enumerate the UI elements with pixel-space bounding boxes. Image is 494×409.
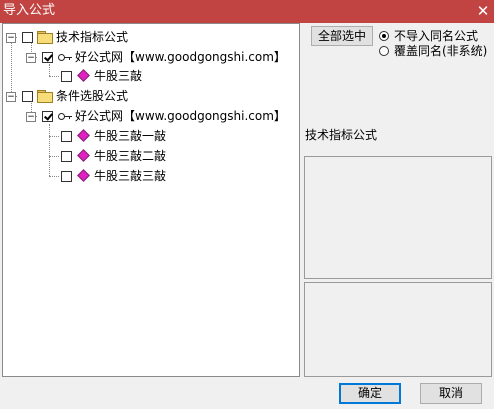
tree-node-label: 牛股三敲 bbox=[94, 69, 143, 83]
diamond-icon bbox=[77, 129, 90, 142]
select-all-button[interactable]: 全部选中 bbox=[311, 26, 373, 46]
tree-node-source[interactable]: − 好公式网【www.goodgongshi.com】 bbox=[3, 108, 293, 124]
title-bar: 导入公式 ✕ bbox=[0, 0, 494, 23]
checkbox-checked[interactable] bbox=[42, 111, 53, 122]
key-icon bbox=[58, 53, 72, 61]
checkbox[interactable] bbox=[61, 131, 72, 142]
tree-node-stock-picking-formulas[interactable]: − 条件选股公式 bbox=[3, 88, 203, 104]
checkbox-checked[interactable] bbox=[42, 52, 53, 63]
tree-node-label: 牛股三敲二敲 bbox=[94, 149, 167, 163]
tree-node-label: 牛股三敲一敲 bbox=[94, 129, 167, 143]
tree-node-formula[interactable]: 牛股三敲二敲 bbox=[3, 148, 203, 164]
diamond-icon bbox=[77, 149, 90, 162]
formula-tree[interactable]: − 技术指标公式 − 好公式网【www.goodgongshi.com】 牛股三… bbox=[2, 23, 300, 377]
radio-overwrite-duplicates[interactable] bbox=[379, 46, 389, 56]
tree-node-formula[interactable]: 牛股三敲一敲 bbox=[3, 128, 203, 144]
checkbox[interactable] bbox=[22, 32, 33, 43]
checkbox[interactable] bbox=[22, 91, 33, 102]
info-panel-heading: 技术指标公式 bbox=[305, 128, 378, 142]
import-formula-dialog: 导入公式 ✕ − 技术指标公式 − 好公式网【www.goodgongshi.c… bbox=[0, 0, 494, 409]
checkbox[interactable] bbox=[61, 151, 72, 162]
diamond-icon bbox=[77, 169, 90, 182]
info-panel-lower bbox=[304, 282, 492, 377]
window-title: 导入公式 bbox=[3, 3, 56, 18]
radio-skip-duplicates[interactable] bbox=[379, 31, 389, 41]
folder-icon bbox=[37, 31, 53, 44]
tree-node-label: 好公式网【www.goodgongshi.com】 bbox=[75, 50, 286, 64]
close-icon[interactable]: ✕ bbox=[472, 0, 494, 23]
diamond-icon bbox=[77, 69, 90, 82]
tree-node-label: 条件选股公式 bbox=[56, 89, 129, 103]
radio-label: 不导入同名公式 bbox=[394, 29, 479, 43]
key-icon bbox=[58, 112, 72, 120]
tree-node-label: 技术指标公式 bbox=[56, 30, 129, 44]
tree-node-formula[interactable]: 牛股三敲 bbox=[3, 68, 203, 84]
tree-node-label: 好公式网【www.goodgongshi.com】 bbox=[75, 109, 286, 123]
checkbox[interactable] bbox=[61, 171, 72, 182]
cancel-button[interactable]: 取消 bbox=[420, 383, 482, 404]
tree-node-label: 牛股三敲三敲 bbox=[94, 169, 167, 183]
collapse-icon[interactable]: − bbox=[26, 112, 36, 122]
folder-icon bbox=[37, 90, 53, 103]
checkbox[interactable] bbox=[61, 71, 72, 82]
tree-node-formula[interactable]: 牛股三敲三敲 bbox=[3, 168, 203, 184]
collapse-icon[interactable]: − bbox=[6, 92, 16, 102]
tree-node-source[interactable]: − 好公式网【www.goodgongshi.com】 bbox=[3, 49, 293, 65]
ok-button[interactable]: 确定 bbox=[339, 383, 401, 404]
info-panel-upper bbox=[304, 156, 492, 279]
collapse-icon[interactable]: − bbox=[6, 33, 16, 43]
collapse-icon[interactable]: − bbox=[26, 53, 36, 63]
tree-node-indicator-formulas[interactable]: − 技术指标公式 bbox=[3, 29, 203, 45]
radio-label: 覆盖同名(非系统) bbox=[394, 44, 488, 58]
